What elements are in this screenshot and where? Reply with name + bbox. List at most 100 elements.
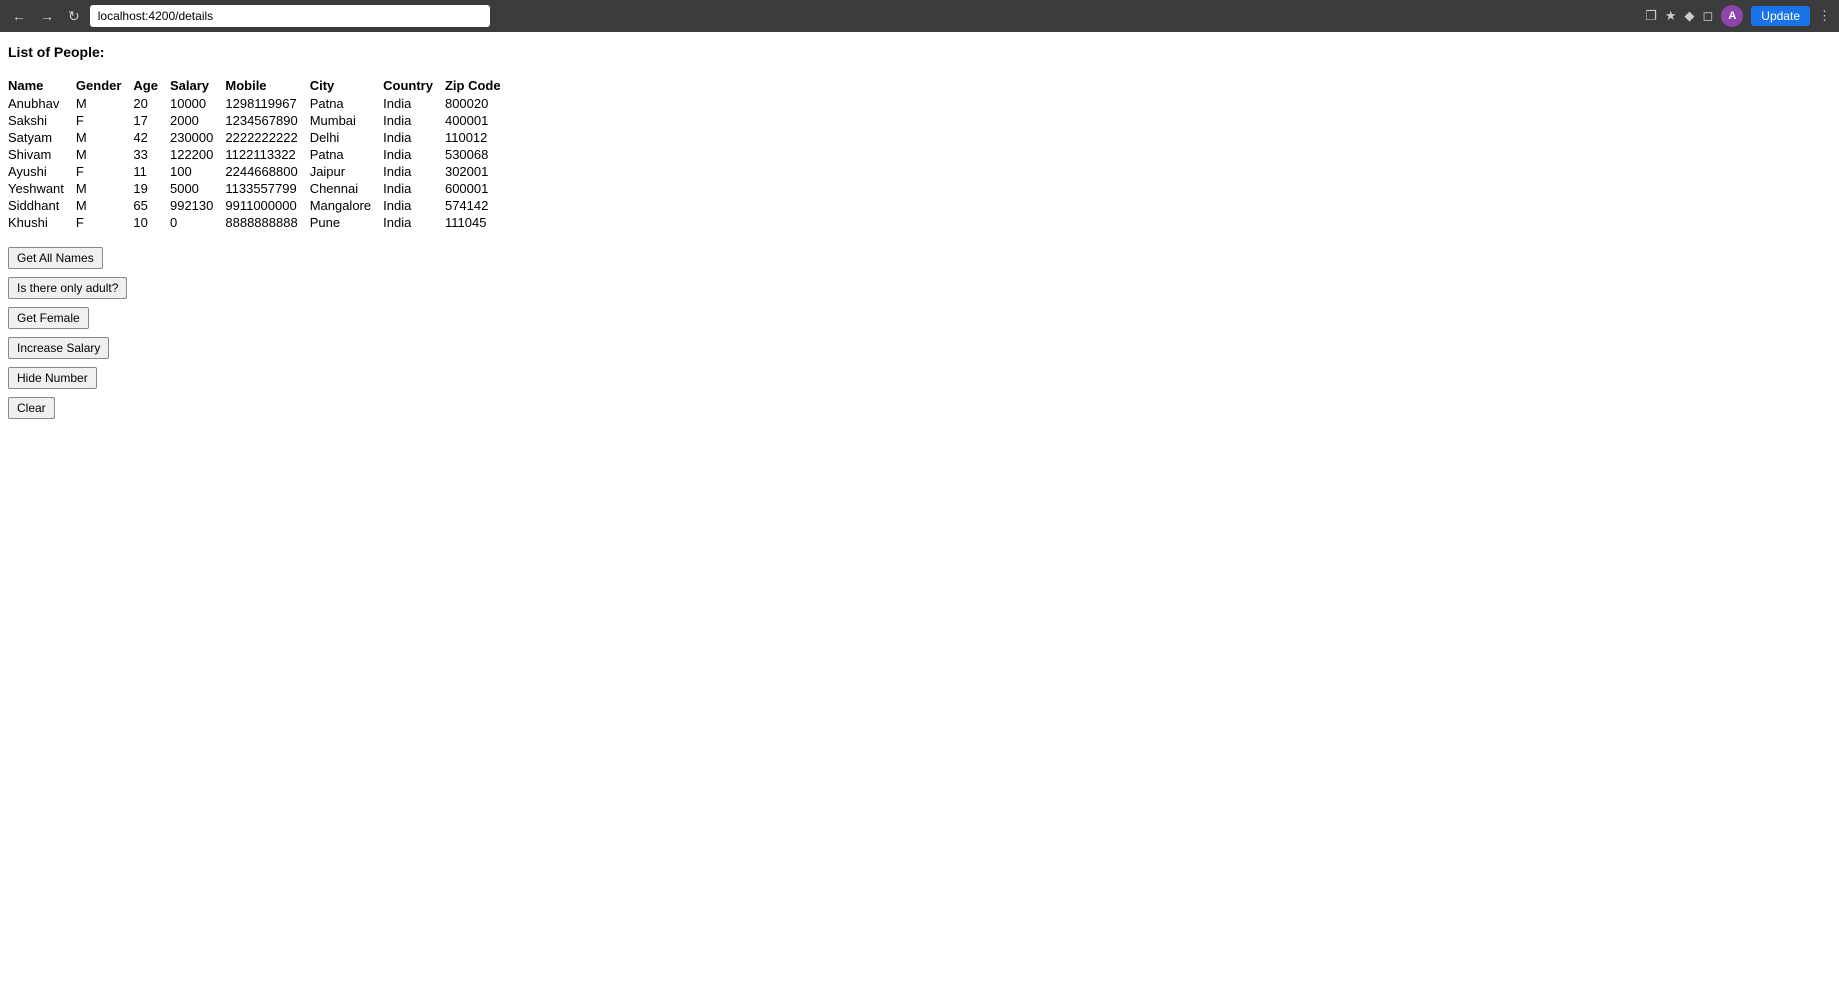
table-cell: 10: [133, 214, 170, 231]
table-cell: Sakshi: [8, 112, 76, 129]
table-cell: 1133557799: [225, 180, 309, 197]
table-cell: 574142: [445, 197, 513, 214]
table-cell: 110012: [445, 129, 513, 146]
table-cell: India: [383, 146, 445, 163]
table-cell: F: [76, 214, 134, 231]
table-cell: 2222222222: [225, 129, 309, 146]
table-cell: Patna: [310, 95, 383, 112]
update-button[interactable]: Update: [1751, 6, 1810, 26]
get-all-names-button[interactable]: Get All Names: [8, 247, 103, 269]
table-cell: 2244668800: [225, 163, 309, 180]
bookmark-icon: ★: [1665, 8, 1677, 24]
table-cell: 42: [133, 129, 170, 146]
table-cell: Mangalore: [310, 197, 383, 214]
table-cell: Mumbai: [310, 112, 383, 129]
get-female-button[interactable]: Get Female: [8, 307, 89, 329]
people-table: NameGenderAgeSalaryMobileCityCountryZip …: [8, 76, 513, 231]
table-cell: 65: [133, 197, 170, 214]
table-header-city: City: [310, 76, 383, 95]
table-header-name: Name: [8, 76, 76, 95]
table-cell: Anubhav: [8, 95, 76, 112]
table-cell: F: [76, 112, 134, 129]
table-cell: 2000: [170, 112, 225, 129]
share-icon: ❐: [1645, 8, 1657, 24]
profile-icon: ◻: [1703, 8, 1714, 24]
browser-right-icons: ❐ ★ ◆ ◻ A Update ⋮: [1645, 5, 1831, 27]
table-cell: 19: [133, 180, 170, 197]
table-cell: 111045: [445, 214, 513, 231]
table-cell: India: [383, 95, 445, 112]
table-row: SiddhantM659921309911000000MangaloreIndi…: [8, 197, 513, 214]
is-adult-button[interactable]: Is there only adult?: [8, 277, 127, 299]
reload-button[interactable]: ↻: [64, 6, 84, 27]
table-cell: 11: [133, 163, 170, 180]
table-cell: Pune: [310, 214, 383, 231]
table-cell: Satyam: [8, 129, 76, 146]
table-cell: India: [383, 197, 445, 214]
table-cell: M: [76, 146, 134, 163]
table-cell: 20: [133, 95, 170, 112]
table-row: SakshiF1720001234567890MumbaiIndia400001: [8, 112, 513, 129]
table-cell: Patna: [310, 146, 383, 163]
table-cell: 230000: [170, 129, 225, 146]
table-cell: 9911000000: [225, 197, 309, 214]
table-cell: 8888888888: [225, 214, 309, 231]
table-cell: Khushi: [8, 214, 76, 231]
avatar: A: [1721, 5, 1743, 27]
table-cell: M: [76, 95, 134, 112]
table-cell: F: [76, 163, 134, 180]
back-button[interactable]: ←: [8, 6, 30, 26]
table-cell: 17: [133, 112, 170, 129]
table-row: KhushiF1008888888888PuneIndia111045: [8, 214, 513, 231]
table-cell: Jaipur: [310, 163, 383, 180]
table-cell: Ayushi: [8, 163, 76, 180]
forward-button[interactable]: →: [36, 6, 58, 26]
table-cell: 992130: [170, 197, 225, 214]
table-cell: 1122113322: [225, 146, 309, 163]
table-cell: 530068: [445, 146, 513, 163]
table-cell: India: [383, 163, 445, 180]
table-header-mobile: Mobile: [225, 76, 309, 95]
clear-button[interactable]: Clear: [8, 397, 55, 419]
table-header-age: Age: [133, 76, 170, 95]
table-cell: M: [76, 197, 134, 214]
table-header-row: NameGenderAgeSalaryMobileCityCountryZip …: [8, 76, 513, 95]
table-cell: 33: [133, 146, 170, 163]
table-cell: India: [383, 129, 445, 146]
table-row: YeshwantM1950001133557799ChennaiIndia600…: [8, 180, 513, 197]
table-cell: 10000: [170, 95, 225, 112]
menu-icon: ⋮: [1818, 8, 1831, 24]
table-cell: Chennai: [310, 180, 383, 197]
table-row: AnubhavM20100001298119967PatnaIndia80002…: [8, 95, 513, 112]
table-cell: India: [383, 214, 445, 231]
table-cell: 302001: [445, 163, 513, 180]
hide-number-button[interactable]: Hide Number: [8, 367, 97, 389]
table-cell: Shivam: [8, 146, 76, 163]
url-bar[interactable]: [90, 5, 490, 27]
table-cell: M: [76, 180, 134, 197]
table-cell: 800020: [445, 95, 513, 112]
table-cell: 122200: [170, 146, 225, 163]
table-row: ShivamM331222001122113322PatnaIndia53006…: [8, 146, 513, 163]
table-cell: 5000: [170, 180, 225, 197]
table-row: AyushiF111002244668800JaipurIndia302001: [8, 163, 513, 180]
buttons-section: Get All Names Is there only adult? Get F…: [8, 247, 1831, 419]
table-header-country: Country: [383, 76, 445, 95]
table-cell: 400001: [445, 112, 513, 129]
extension-icon: ◆: [1685, 8, 1695, 24]
table-cell: Delhi: [310, 129, 383, 146]
table-cell: 600001: [445, 180, 513, 197]
table-header-gender: Gender: [76, 76, 134, 95]
table-header-salary: Salary: [170, 76, 225, 95]
table-header-zip-code: Zip Code: [445, 76, 513, 95]
table-cell: 100: [170, 163, 225, 180]
increase-salary-button[interactable]: Increase Salary: [8, 337, 109, 359]
table-row: SatyamM422300002222222222DelhiIndia11001…: [8, 129, 513, 146]
table-cell: India: [383, 112, 445, 129]
browser-chrome: ← → ↻ ❐ ★ ◆ ◻ A Update ⋮: [0, 0, 1839, 32]
table-cell: M: [76, 129, 134, 146]
table-cell: Yeshwant: [8, 180, 76, 197]
table-cell: 0: [170, 214, 225, 231]
table-cell: India: [383, 180, 445, 197]
page-title: List of People:: [8, 44, 1831, 60]
